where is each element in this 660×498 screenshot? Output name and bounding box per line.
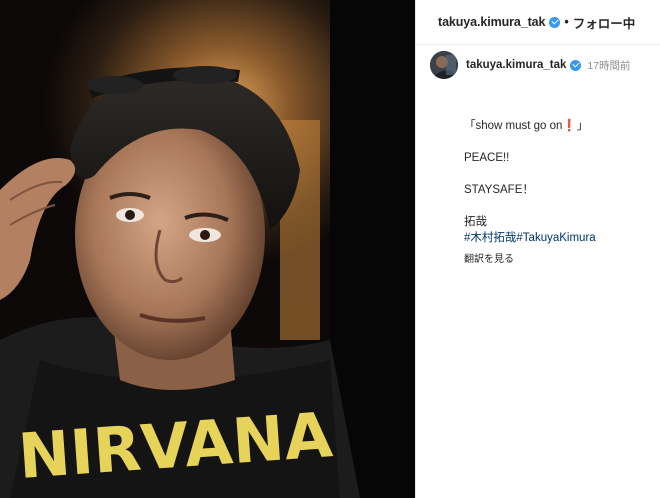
post-photo-illustration: NIRVANA [0, 0, 415, 498]
post-side-panel: takuya.kimura_tak • フォロー中 takuya.kimura_… [416, 0, 660, 498]
caption-username[interactable]: takuya.kimura_tak [466, 59, 566, 71]
following-button[interactable]: フォロー中 [573, 13, 636, 32]
see-translation-link[interactable]: 翻訳を見る [464, 252, 654, 268]
caption-line: 拓哉 [464, 216, 487, 228]
post-caption: 「show must go on❗️」 PEACE!! STAYSAFE！ 拓哉… [464, 118, 654, 268]
hashtag-list: #木村拓哉#TakuyaKimura [464, 230, 654, 246]
caption-line: STAYSAFE！ [464, 184, 534, 196]
header-separator: • [564, 15, 569, 29]
caption-header: takuya.kimura_tak 17時間前 [430, 50, 654, 80]
avatar[interactable] [430, 51, 458, 79]
verified-badge-icon [570, 59, 582, 71]
post-header: takuya.kimura_tak • フォロー中 [416, 0, 660, 45]
hashtag-link[interactable]: #TakuyaKimura [516, 232, 595, 244]
post-photo[interactable]: NIRVANA [0, 0, 415, 498]
avatar-image [430, 51, 458, 79]
instagram-post-window: NIRVANA takuya.kimura_tak • フォロー中 takuya… [0, 0, 660, 498]
header-username[interactable]: takuya.kimura_tak [438, 15, 545, 29]
hashtag-link[interactable]: #木村拓哉 [464, 232, 516, 244]
caption-line: PEACE!! [464, 152, 510, 164]
caption-line: 「show must go on❗️」 [464, 120, 589, 132]
post-timestamp[interactable]: 17時間前 [587, 58, 630, 73]
verified-badge-icon [549, 16, 561, 28]
